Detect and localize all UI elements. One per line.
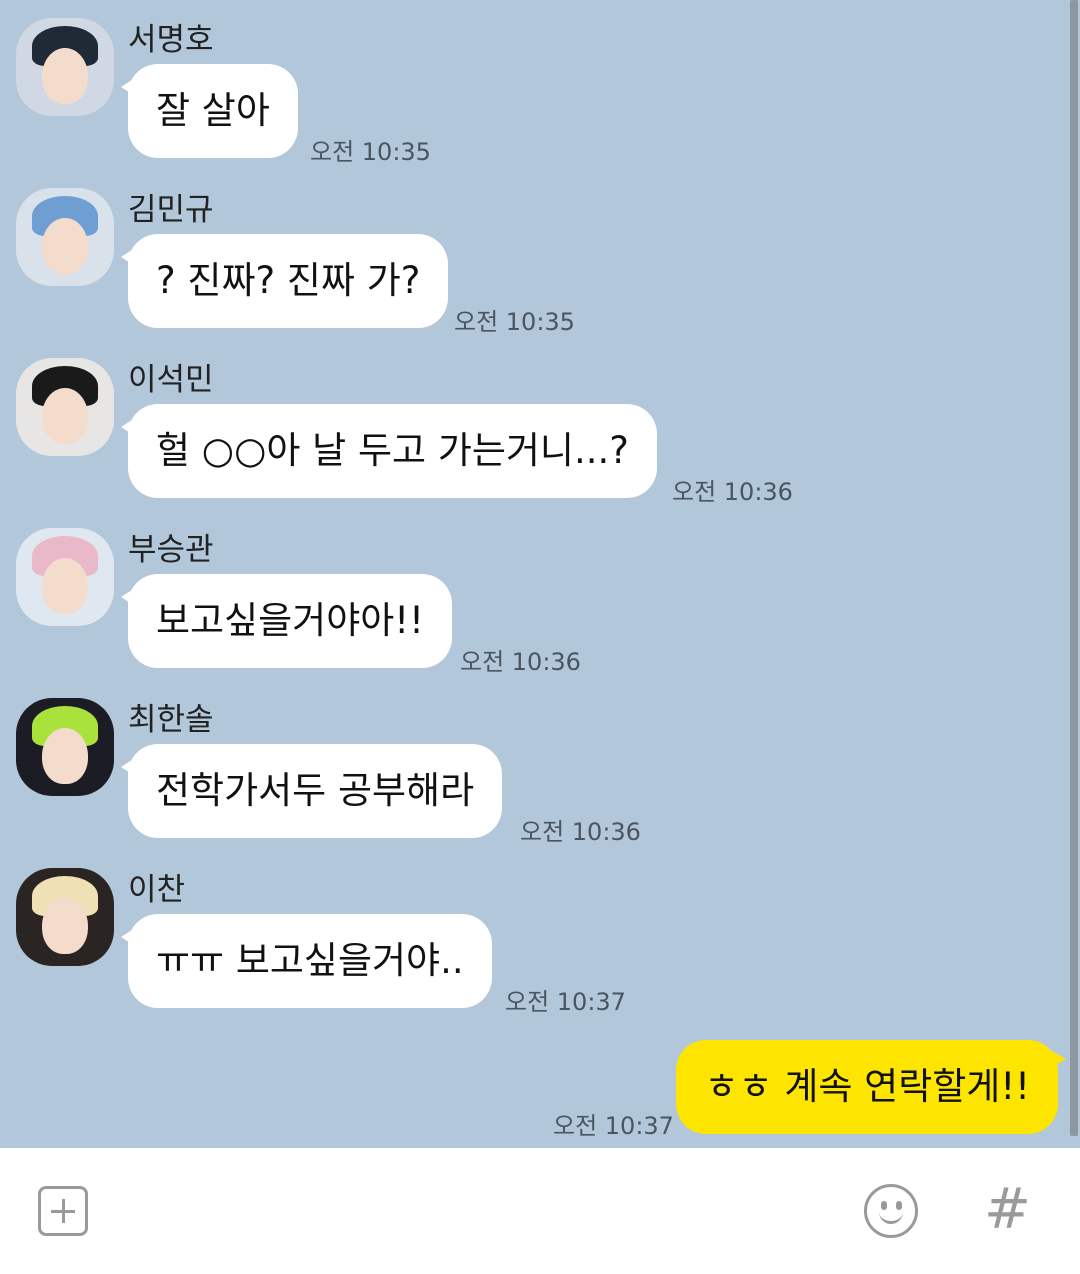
message-bubble[interactable]: 헐 ○○아 날 두고 가는거니...? (121, 404, 657, 498)
sender-name: 서명호 (128, 22, 214, 58)
my-message-bubble[interactable]: ㅎㅎ 계속 연락할게!! (676, 1040, 1066, 1134)
message-text: 헐 ○○아 날 두고 가는거니...? (156, 429, 629, 472)
message-bubble[interactable]: ? 진짜? 진짜 가? (120, 234, 449, 328)
message-row: 서명호잘 살아오전 10:35 (0, 0, 1000, 170)
message-text: ㅠㅠ 보고싶을거야.. (156, 939, 464, 982)
avatar-face (42, 218, 88, 274)
chat-area[interactable]: 서명호잘 살아오전 10:35 김민규 ? 진짜? 진짜 가? 오전 10:35 이석민… (0, 0, 1080, 1148)
my-message-text: ㅎㅎ 계속 연락할게!! (704, 1065, 1030, 1108)
emoji-icon[interactable] (864, 1184, 918, 1238)
message-row: 이석민헐 ○○아 날 두고 가는거니...? 오전 10:36 (0, 340, 1000, 510)
message-time: 오전 10:35 (310, 138, 431, 166)
hashtag-icon[interactable]: # (984, 1180, 1031, 1240)
sender-name: 이석민 (128, 362, 214, 398)
my-message-time: 오전 10:37 (553, 1112, 674, 1140)
message-time: 오전 10:36 (460, 648, 581, 676)
message-bubble[interactable]: 전학가서두 공부해라 (120, 744, 503, 838)
avatar[interactable] (16, 358, 114, 456)
sender-name: 이찬 (128, 872, 186, 908)
sender-name: 최한솔 (128, 702, 214, 738)
message-time: 오전 10:35 (454, 308, 575, 336)
message-time: 오전 10:36 (520, 818, 641, 846)
avatar-face (42, 898, 88, 954)
sender-name: 부승관 (128, 532, 214, 568)
avatar[interactable] (16, 18, 114, 116)
message-bubble[interactable]: ㅠㅠ 보고싶을거야.. (121, 914, 492, 1008)
avatar-face (42, 728, 88, 784)
message-text: 보고싶을거야아!! (156, 599, 424, 642)
scrollbar[interactable] (1070, 0, 1078, 1136)
message-text: ? 진짜? 진짜 가? (156, 259, 421, 302)
message-bubble[interactable]: 보고싶을거야아!! (121, 574, 452, 668)
message-time: 오전 10:37 (505, 988, 626, 1016)
avatar[interactable] (16, 698, 114, 796)
sender-name: 김민규 (128, 192, 214, 228)
avatar[interactable] (16, 868, 114, 966)
message-time: 오전 10:36 (672, 478, 793, 506)
message-row: 부승관보고싶을거야아!! 오전 10:36 (0, 510, 1000, 680)
avatar-face (42, 558, 88, 614)
avatar-face (42, 388, 88, 444)
message-row: 최한솔전학가서두 공부해라오전 10:36 (0, 680, 1000, 850)
message-text: 잘 살아 (156, 89, 270, 132)
plus-icon[interactable] (38, 1186, 88, 1236)
avatar-face (42, 48, 88, 104)
message-row: 김민규 ? 진짜? 진짜 가? 오전 10:35 (0, 170, 1000, 340)
avatar[interactable] (16, 528, 114, 626)
message-bubble[interactable]: 잘 살아 (121, 64, 298, 158)
message-row: 이찬 ㅠㅠ 보고싶을거야.. 오전 10:37 (0, 850, 1000, 1020)
emoji-mouth (879, 1209, 903, 1224)
message-text: 전학가서두 공부해라 (156, 769, 475, 812)
avatar[interactable] (16, 188, 114, 286)
input-bar: # (0, 1148, 1080, 1274)
